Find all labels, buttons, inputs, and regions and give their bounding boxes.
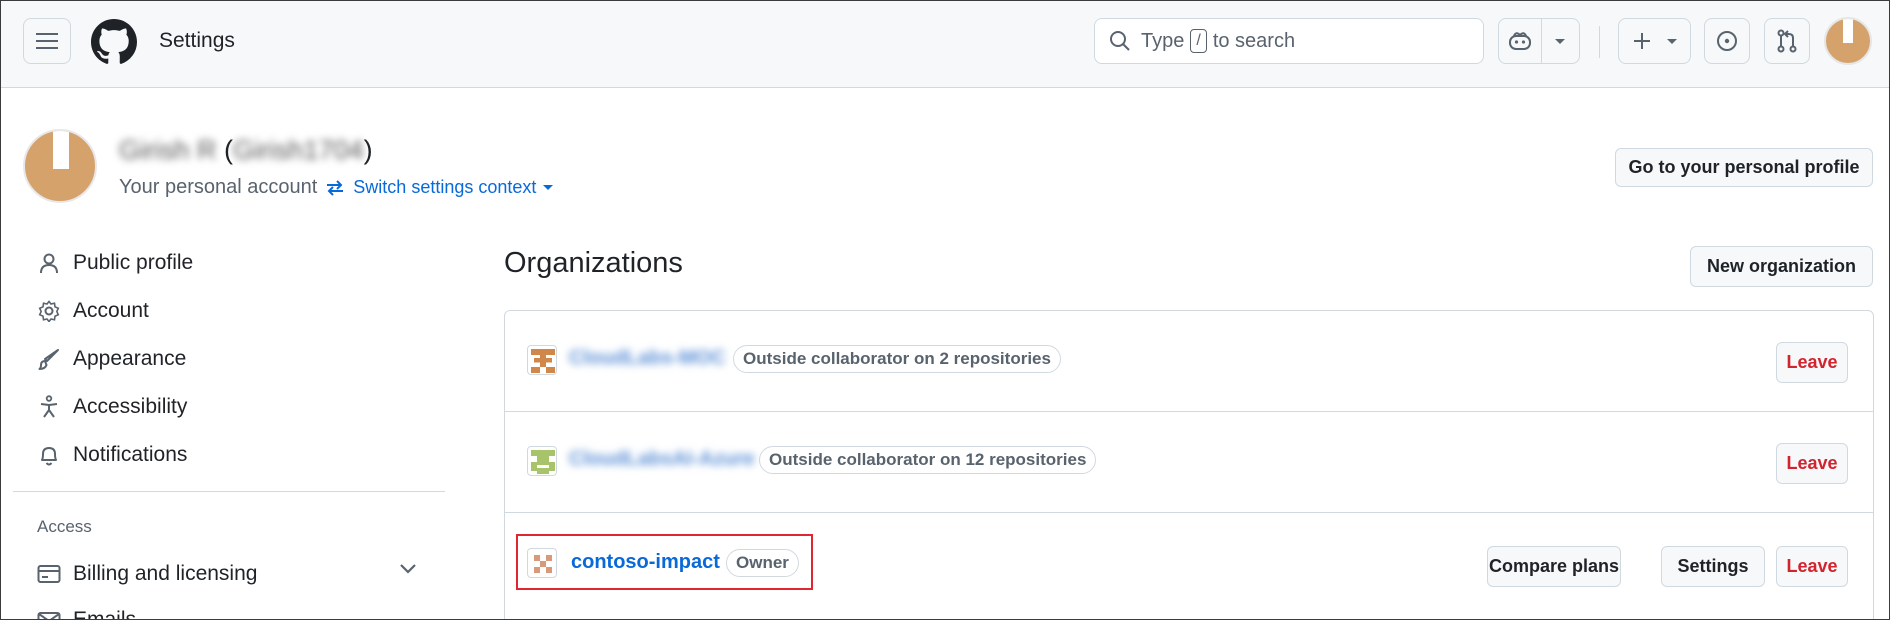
- pull-requests-button[interactable]: [1764, 18, 1810, 64]
- switch-context-label: Switch settings context: [353, 177, 537, 197]
- chevron-down-icon: [1667, 39, 1677, 44]
- bell-icon: [37, 443, 61, 467]
- caret-down-icon: [543, 184, 554, 190]
- menu-button[interactable]: [23, 18, 71, 64]
- github-logo-icon[interactable]: [91, 19, 137, 65]
- search-input[interactable]: Type / to search: [1094, 18, 1484, 64]
- org-avatar: [527, 548, 557, 578]
- sidebar-heading-access: Access: [37, 517, 92, 536]
- top-header: Settings Type / to search: [1, 1, 1889, 88]
- copilot-button[interactable]: [1498, 18, 1580, 64]
- account-subtitle: Your personal account: [119, 176, 318, 198]
- chevron-down-icon[interactable]: [399, 563, 417, 575]
- leave-org-button[interactable]: Leave: [1776, 342, 1848, 383]
- sidebar-item-accessibility[interactable]: Accessibility: [37, 392, 187, 422]
- sidebar-item-label: Public profile: [73, 251, 194, 274]
- org-role-badge: Outside collaborator on 12 repositories: [759, 446, 1097, 474]
- org-row: CloudLabs-MOC Outside collaborator on 2 …: [505, 311, 1873, 412]
- issue-opened-icon: [1717, 31, 1737, 51]
- paintbrush-icon: [37, 347, 61, 371]
- sidebar-item-label: Billing and licensing: [73, 562, 258, 585]
- issues-button[interactable]: [1704, 18, 1750, 64]
- org-role-badge: Outside collaborator on 2 repositories: [733, 345, 1061, 373]
- account-context: Your personal account Switch settings co…: [119, 176, 554, 199]
- page-frame: Settings Type / to search Girish R (Giri…: [0, 0, 1890, 620]
- sidebar-item-label: Account: [73, 299, 149, 322]
- arrow-switch-icon: [327, 179, 344, 196]
- copilot-icon: [1509, 32, 1531, 50]
- sidebar-item-label: Emails: [73, 608, 137, 620]
- search-icon: [1110, 31, 1130, 51]
- sidebar-item-label: Notifications: [73, 443, 188, 466]
- new-organization-button[interactable]: New organization: [1690, 246, 1873, 287]
- leave-org-button[interactable]: Leave: [1776, 546, 1848, 587]
- sidebar-item-public-profile[interactable]: Public profile: [37, 248, 193, 278]
- user-avatar[interactable]: [1824, 17, 1872, 65]
- search-suffix: to search: [1212, 29, 1296, 52]
- account-name: Girish R (Girish1704): [119, 135, 373, 165]
- org-avatar: [527, 446, 557, 476]
- gear-icon: [37, 299, 61, 323]
- page-title: Settings: [159, 29, 235, 52]
- org-name-link[interactable]: contoso-impact: [571, 551, 720, 574]
- compare-plans-button[interactable]: Compare plans: [1487, 546, 1621, 587]
- search-prefix: Type: [1141, 29, 1185, 52]
- hamburger-icon: [36, 33, 58, 49]
- sidebar-item-label: Accessibility: [73, 395, 188, 418]
- switch-context-link[interactable]: Switch settings context: [325, 177, 554, 198]
- chevron-down-icon[interactable]: [1554, 38, 1566, 46]
- sidebar-item-label: Appearance: [73, 347, 187, 370]
- mail-icon: [37, 608, 61, 619]
- org-role-badge: Owner: [726, 549, 799, 577]
- sidebar-item-account[interactable]: Account: [37, 296, 149, 326]
- account-avatar: [23, 129, 97, 203]
- org-settings-button[interactable]: Settings: [1661, 546, 1765, 587]
- sidebar-item-emails[interactable]: Emails: [37, 605, 137, 620]
- organizations-heading: Organizations: [504, 247, 683, 279]
- org-name[interactable]: CloudLabsAI-Azure: [569, 448, 755, 471]
- org-row: CloudLabsAI-Azure Outside collaborator o…: [505, 412, 1873, 513]
- org-row: contoso-impact Owner Compare plans Setti…: [505, 513, 1873, 614]
- org-avatar: [527, 345, 557, 375]
- header-divider: [1599, 26, 1600, 58]
- create-new-button[interactable]: [1618, 18, 1691, 64]
- org-name[interactable]: CloudLabs-MOC: [569, 347, 726, 370]
- credit-card-icon: [37, 562, 61, 586]
- leave-org-button[interactable]: Leave: [1776, 443, 1848, 484]
- account-display-name: Girish R: [119, 135, 217, 165]
- organizations-list: CloudLabs-MOC Outside collaborator on 2 …: [504, 310, 1874, 619]
- sidebar-item-billing[interactable]: Billing and licensing: [37, 559, 257, 589]
- sidebar-divider: [13, 491, 445, 492]
- account-handle: Girish1704: [233, 135, 364, 165]
- sidebar-item-appearance[interactable]: Appearance: [37, 344, 186, 374]
- pull-request-icon: [1777, 29, 1797, 53]
- search-shortcut-key: /: [1190, 29, 1207, 53]
- plus-icon: [1634, 33, 1650, 49]
- sidebar-item-notifications[interactable]: Notifications: [37, 440, 187, 470]
- accessibility-icon: [37, 395, 61, 419]
- personal-profile-button[interactable]: Go to your personal profile: [1615, 148, 1873, 187]
- person-icon: [37, 251, 61, 275]
